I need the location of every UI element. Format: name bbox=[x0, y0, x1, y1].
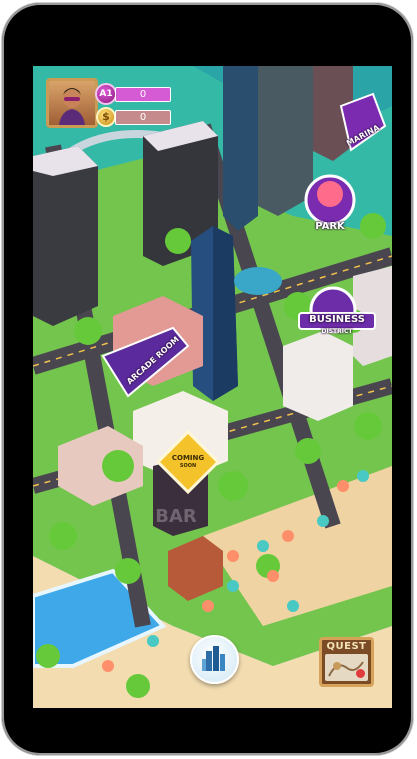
business-label-text: BUSINESS bbox=[309, 314, 365, 325]
avatar bbox=[49, 81, 95, 125]
park-label[interactable] bbox=[304, 174, 356, 226]
district-label-text: DISTRICT bbox=[321, 328, 353, 335]
coin-icon: $ bbox=[96, 107, 116, 127]
lake bbox=[234, 267, 282, 295]
skyscraper bbox=[258, 66, 313, 216]
xp-bar: 0 bbox=[115, 87, 171, 102]
coin-counter: 0 bbox=[115, 110, 171, 125]
building bbox=[283, 331, 353, 421]
city-skyline-icon bbox=[202, 646, 225, 671]
city-overview-button[interactable] bbox=[190, 635, 239, 684]
coming-label-text: COMING bbox=[171, 454, 205, 462]
level-badge-icon: A1 bbox=[95, 83, 117, 105]
phone-frame: MARINA PARK BUSINESS DISTRICT ARCADE ROO… bbox=[2, 3, 413, 755]
city-map[interactable] bbox=[33, 66, 392, 708]
park-label-text: PARK bbox=[315, 221, 345, 232]
quest-notification-dot bbox=[356, 669, 365, 678]
avatar-portrait-icon bbox=[59, 88, 85, 125]
bar-label-text: BAR bbox=[155, 506, 197, 527]
skyscraper bbox=[223, 66, 258, 231]
quest-label: QUEST bbox=[326, 641, 367, 652]
game-viewport[interactable]: MARINA PARK BUSINESS DISTRICT ARCADE ROO… bbox=[33, 66, 392, 708]
soon-label-text: SOON bbox=[179, 463, 197, 469]
quest-button[interactable]: QUEST bbox=[319, 637, 374, 687]
player-avatar-button[interactable] bbox=[46, 78, 98, 128]
